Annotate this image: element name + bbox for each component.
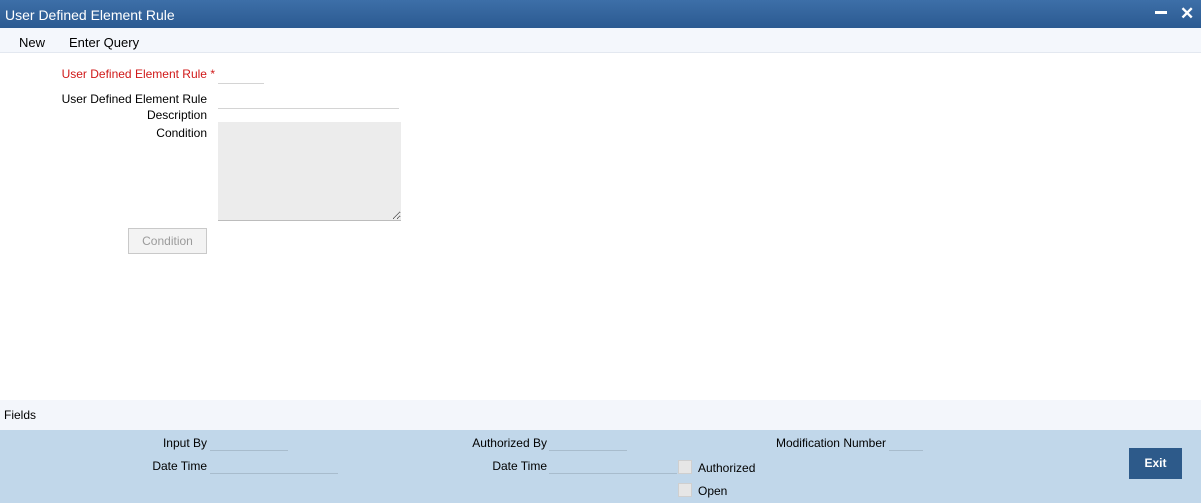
authorized-by-label: Authorized By [472, 436, 547, 450]
new-button[interactable]: New [19, 35, 45, 50]
modification-number-label: Modification Number [775, 436, 886, 450]
enter-query-button[interactable]: Enter Query [69, 35, 139, 50]
date-time-field [210, 473, 338, 474]
rule-label-text: User Defined Element Rule [61, 67, 207, 81]
minimize-icon[interactable] [1154, 2, 1168, 21]
authorized-label: Authorized [698, 461, 756, 475]
close-icon[interactable]: ✕ [1180, 4, 1194, 24]
description-label: User Defined Element Rule Description [20, 91, 207, 123]
window-titlebar: User Defined Element Rule ✕ [0, 0, 1201, 28]
authorized-checkbox[interactable] [678, 460, 692, 474]
description-label-line1: User Defined Element Rule [61, 92, 207, 106]
rule-label: User Defined Element Rule * [40, 66, 215, 82]
fields-bar[interactable]: Fields [0, 400, 1201, 430]
auth-date-time-field [549, 473, 677, 474]
description-input[interactable] [218, 89, 399, 109]
input-by-label: Input By [162, 436, 207, 450]
fields-label[interactable]: Fields [4, 408, 36, 422]
authorized-by-field [549, 450, 627, 451]
audit-footer: Input By Date Time Authorized By Date Ti… [0, 430, 1201, 503]
condition-label: Condition [156, 126, 207, 140]
description-label-line2: Description [146, 108, 207, 122]
modification-number-field [889, 450, 923, 451]
open-label: Open [698, 484, 728, 498]
rule-input[interactable] [218, 64, 264, 84]
open-checkbox[interactable] [678, 483, 692, 497]
condition-button[interactable]: Condition [128, 228, 207, 254]
exit-button[interactable]: Exit [1129, 448, 1182, 479]
date-time-label: Date Time [152, 459, 207, 473]
required-mark: * [210, 67, 215, 81]
toolbar: New Enter Query [0, 28, 1201, 53]
window-title: User Defined Element Rule [5, 7, 175, 23]
input-by-field [210, 450, 288, 451]
auth-date-time-label: Date Time [492, 459, 547, 473]
condition-textarea[interactable] [218, 122, 401, 221]
